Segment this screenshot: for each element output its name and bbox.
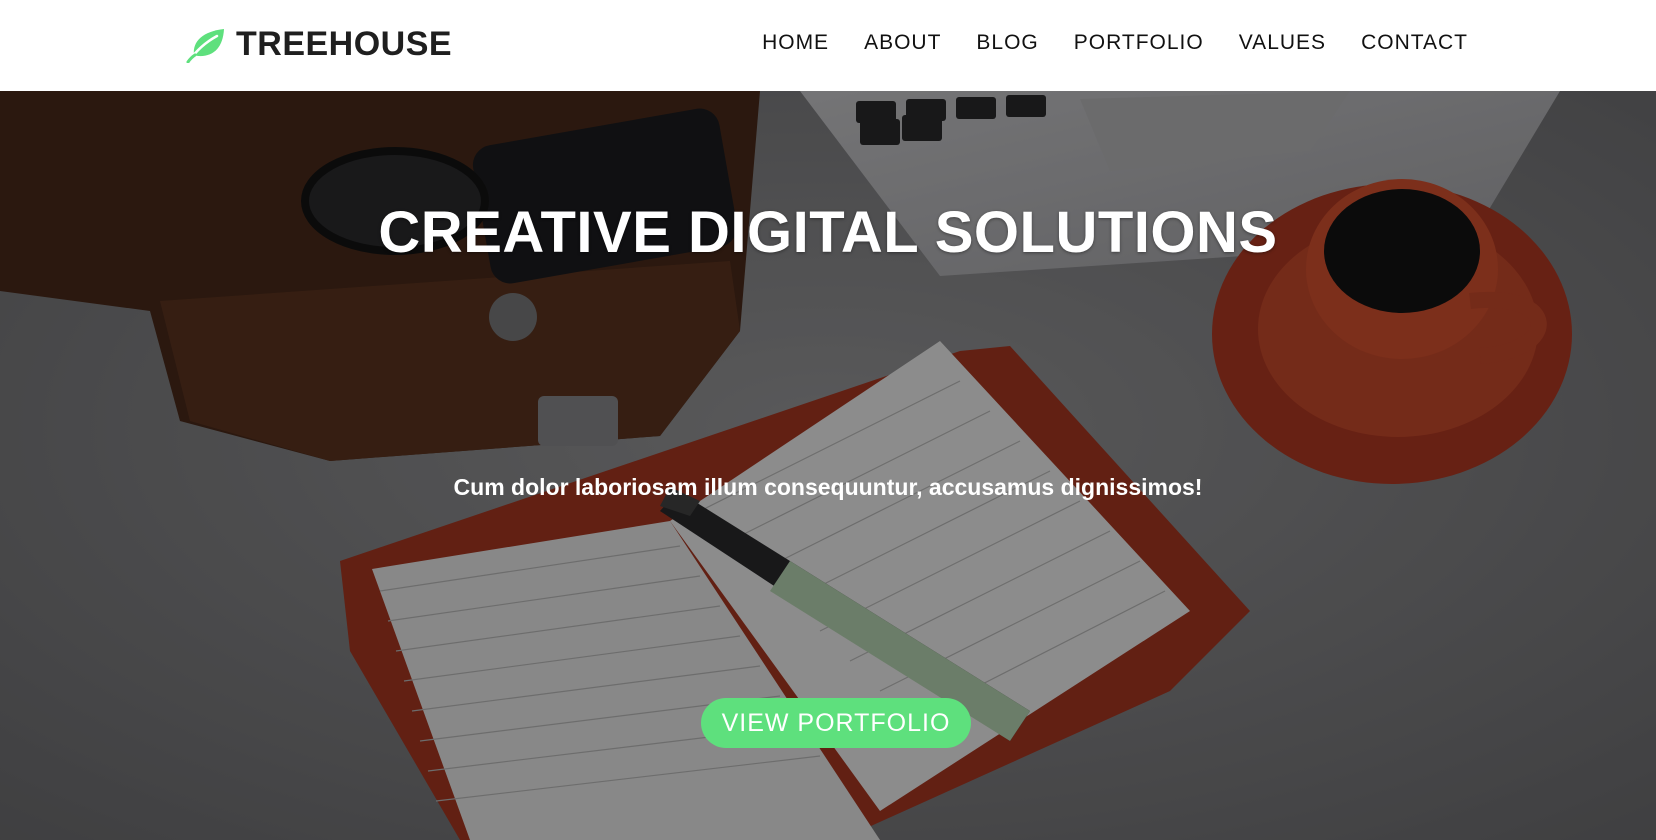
brand-logo-link[interactable]: TREEHOUSE — [186, 22, 452, 66]
brand-name: TREEHOUSE — [236, 24, 453, 63]
hero-subtitle: Cum dolor laboriosam illum consequuntur,… — [453, 474, 1203, 500]
hero-section: CREATIVE DIGITAL SOLUTIONS Cum dolor lab… — [0, 91, 1656, 840]
nav-item-portfolio[interactable]: PORTFOLIO — [1074, 30, 1204, 56]
nav-item-contact[interactable]: CONTACT — [1361, 30, 1468, 56]
main-nav: HOME ABOUT BLOG PORTFOLIO VALUES CONTACT — [727, 30, 1468, 56]
nav-item-blog[interactable]: BLOG — [976, 30, 1038, 56]
leaf-icon — [186, 25, 226, 63]
nav-item-values[interactable]: VALUES — [1239, 30, 1326, 56]
hero-title: CREATIVE DIGITAL SOLUTIONS — [378, 200, 1278, 265]
nav-item-home[interactable]: HOME — [762, 30, 829, 56]
view-portfolio-button[interactable]: VIEW PORTFOLIO — [701, 698, 971, 748]
site-header: TREEHOUSE HOME ABOUT BLOG PORTFOLIO VALU… — [0, 0, 1656, 91]
nav-item-about[interactable]: ABOUT — [864, 30, 941, 56]
